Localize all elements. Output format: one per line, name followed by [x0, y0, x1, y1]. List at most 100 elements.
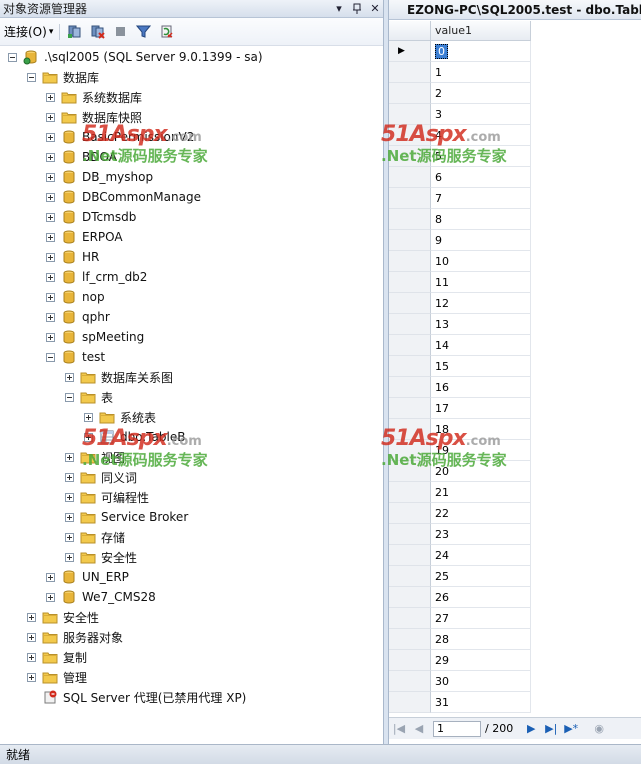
first-record-icon[interactable]: |◀ [389, 722, 409, 735]
tree-node[interactable]: 可编程性 [65, 487, 149, 507]
grid-cell-value1[interactable]: 2 [431, 83, 531, 104]
row-header[interactable] [389, 440, 431, 461]
row-header[interactable] [389, 587, 431, 608]
grid-cell-value1[interactable]: 28 [431, 629, 531, 650]
tree-node[interactable]: 数据库快照 [46, 107, 142, 127]
expand-icon[interactable] [65, 552, 74, 562]
expand-icon[interactable] [46, 132, 55, 142]
row-header[interactable] [389, 692, 431, 713]
expand-icon[interactable] [65, 532, 74, 542]
row-header[interactable] [389, 62, 431, 83]
grid-cell-value1[interactable]: 31 [431, 692, 531, 713]
grid-cell-value1[interactable]: 12 [431, 293, 531, 314]
row-header[interactable] [389, 104, 431, 125]
row-header[interactable] [389, 566, 431, 587]
grid-cell-value1[interactable]: 17 [431, 398, 531, 419]
collapse-icon[interactable] [65, 392, 74, 402]
row-header[interactable] [389, 377, 431, 398]
row-header[interactable] [389, 209, 431, 230]
grid-cell-value1[interactable]: 15 [431, 356, 531, 377]
row-header[interactable] [389, 503, 431, 524]
grid-cell-value1[interactable]: 9 [431, 230, 531, 251]
results-tab[interactable]: EZONG-PC\SQL2005.test - dbo.TableB [389, 0, 641, 20]
grid-cell-value1[interactable]: 8 [431, 209, 531, 230]
tree-node[interactable]: test [46, 347, 105, 367]
tree-node[interactable]: lf_crm_db2 [46, 267, 147, 287]
expand-icon[interactable] [46, 192, 55, 202]
tree-node[interactable]: 系统数据库 [46, 87, 142, 107]
row-header[interactable] [389, 230, 431, 251]
row-header[interactable] [389, 671, 431, 692]
grid-cell-value1[interactable]: 11 [431, 272, 531, 293]
row-header[interactable] [389, 545, 431, 566]
tree-node[interactable]: We7_CMS28 [46, 587, 156, 607]
grid-cell-value1[interactable]: 24 [431, 545, 531, 566]
row-header[interactable] [389, 251, 431, 272]
expand-icon[interactable] [46, 92, 55, 102]
row-header[interactable] [389, 419, 431, 440]
row-header[interactable] [389, 629, 431, 650]
expand-icon[interactable] [27, 652, 36, 662]
tree-node[interactable]: Service Broker [65, 507, 188, 527]
row-header[interactable] [389, 314, 431, 335]
tree-node[interactable]: UN_ERP [46, 567, 129, 587]
tree-node[interactable]: BDOA [46, 147, 117, 167]
row-header[interactable] [389, 482, 431, 503]
row-header[interactable] [389, 650, 431, 671]
tree-node[interactable]: spMeeting [46, 327, 144, 347]
grid-cell-value1[interactable]: 25 [431, 566, 531, 587]
tree-node[interactable]: DBCommonManage [46, 187, 201, 207]
row-header[interactable] [389, 293, 431, 314]
tree-node[interactable]: DB_myshop [46, 167, 153, 187]
tree-node[interactable]: nop [46, 287, 105, 307]
connect-server-icon[interactable] [66, 23, 83, 40]
tree-node[interactable]: 服务器对象 [27, 627, 123, 647]
connect-button[interactable]: 连接(O) ▾ [4, 23, 53, 40]
stop-icon[interactable] [112, 23, 129, 40]
grid-cell-value1[interactable]: 23 [431, 524, 531, 545]
last-record-icon[interactable]: ▶| [541, 722, 561, 735]
tree-node[interactable]: 管理 [27, 667, 87, 687]
grid-cell-value1[interactable]: 4 [431, 125, 531, 146]
tree-node[interactable]: 表 [65, 387, 113, 407]
grid-cell-value1[interactable]: 21 [431, 482, 531, 503]
grid-cell-value1[interactable]: 30 [431, 671, 531, 692]
row-header[interactable]: ▶ [389, 41, 431, 62]
tree-node[interactable]: 系统表 [84, 407, 156, 427]
row-header[interactable] [389, 356, 431, 377]
grid-cell-value1[interactable]: 16 [431, 377, 531, 398]
grid-cell-value1[interactable]: 29 [431, 650, 531, 671]
expand-icon[interactable] [46, 232, 55, 242]
expand-icon[interactable] [27, 632, 36, 642]
row-header[interactable] [389, 398, 431, 419]
expand-icon[interactable] [84, 432, 93, 442]
expand-icon[interactable] [65, 472, 74, 482]
grid-cell-value1[interactable]: 19 [431, 440, 531, 461]
previous-record-icon[interactable]: ◀ [409, 722, 429, 735]
tree-node[interactable]: 复制 [27, 647, 87, 667]
grid-cell-value1[interactable]: 7 [431, 188, 531, 209]
grid-cell-value1[interactable]: 5 [431, 146, 531, 167]
new-record-icon[interactable]: ▶* [561, 722, 581, 735]
expand-icon[interactable] [27, 672, 36, 682]
tree-node[interactable]: dbo.TableB [84, 427, 185, 447]
grid-cell-value1[interactable]: 10 [431, 251, 531, 272]
expand-icon[interactable] [46, 212, 55, 222]
grid-cell-value1[interactable]: 0 [431, 41, 531, 62]
expand-icon[interactable] [46, 252, 55, 262]
refresh-icon[interactable] [158, 23, 175, 40]
grid-cell-value1[interactable]: 14 [431, 335, 531, 356]
grid-cell-value1[interactable]: 22 [431, 503, 531, 524]
tree-node[interactable]: 存储 [65, 527, 125, 547]
tree-node[interactable]: 同义词 [65, 467, 137, 487]
collapse-icon[interactable] [8, 52, 17, 62]
tree-node[interactable]: HR [46, 247, 99, 267]
expand-icon[interactable] [46, 272, 55, 282]
expand-icon[interactable] [65, 452, 74, 462]
collapse-icon[interactable] [46, 352, 55, 362]
tree-node[interactable]: DTcmsdb [46, 207, 136, 227]
tree-node[interactable]: 数据库 [27, 67, 99, 87]
tree-node[interactable]: 视图 [65, 447, 125, 467]
expand-icon[interactable] [46, 572, 55, 582]
next-record-icon[interactable]: ▶ [521, 722, 541, 735]
